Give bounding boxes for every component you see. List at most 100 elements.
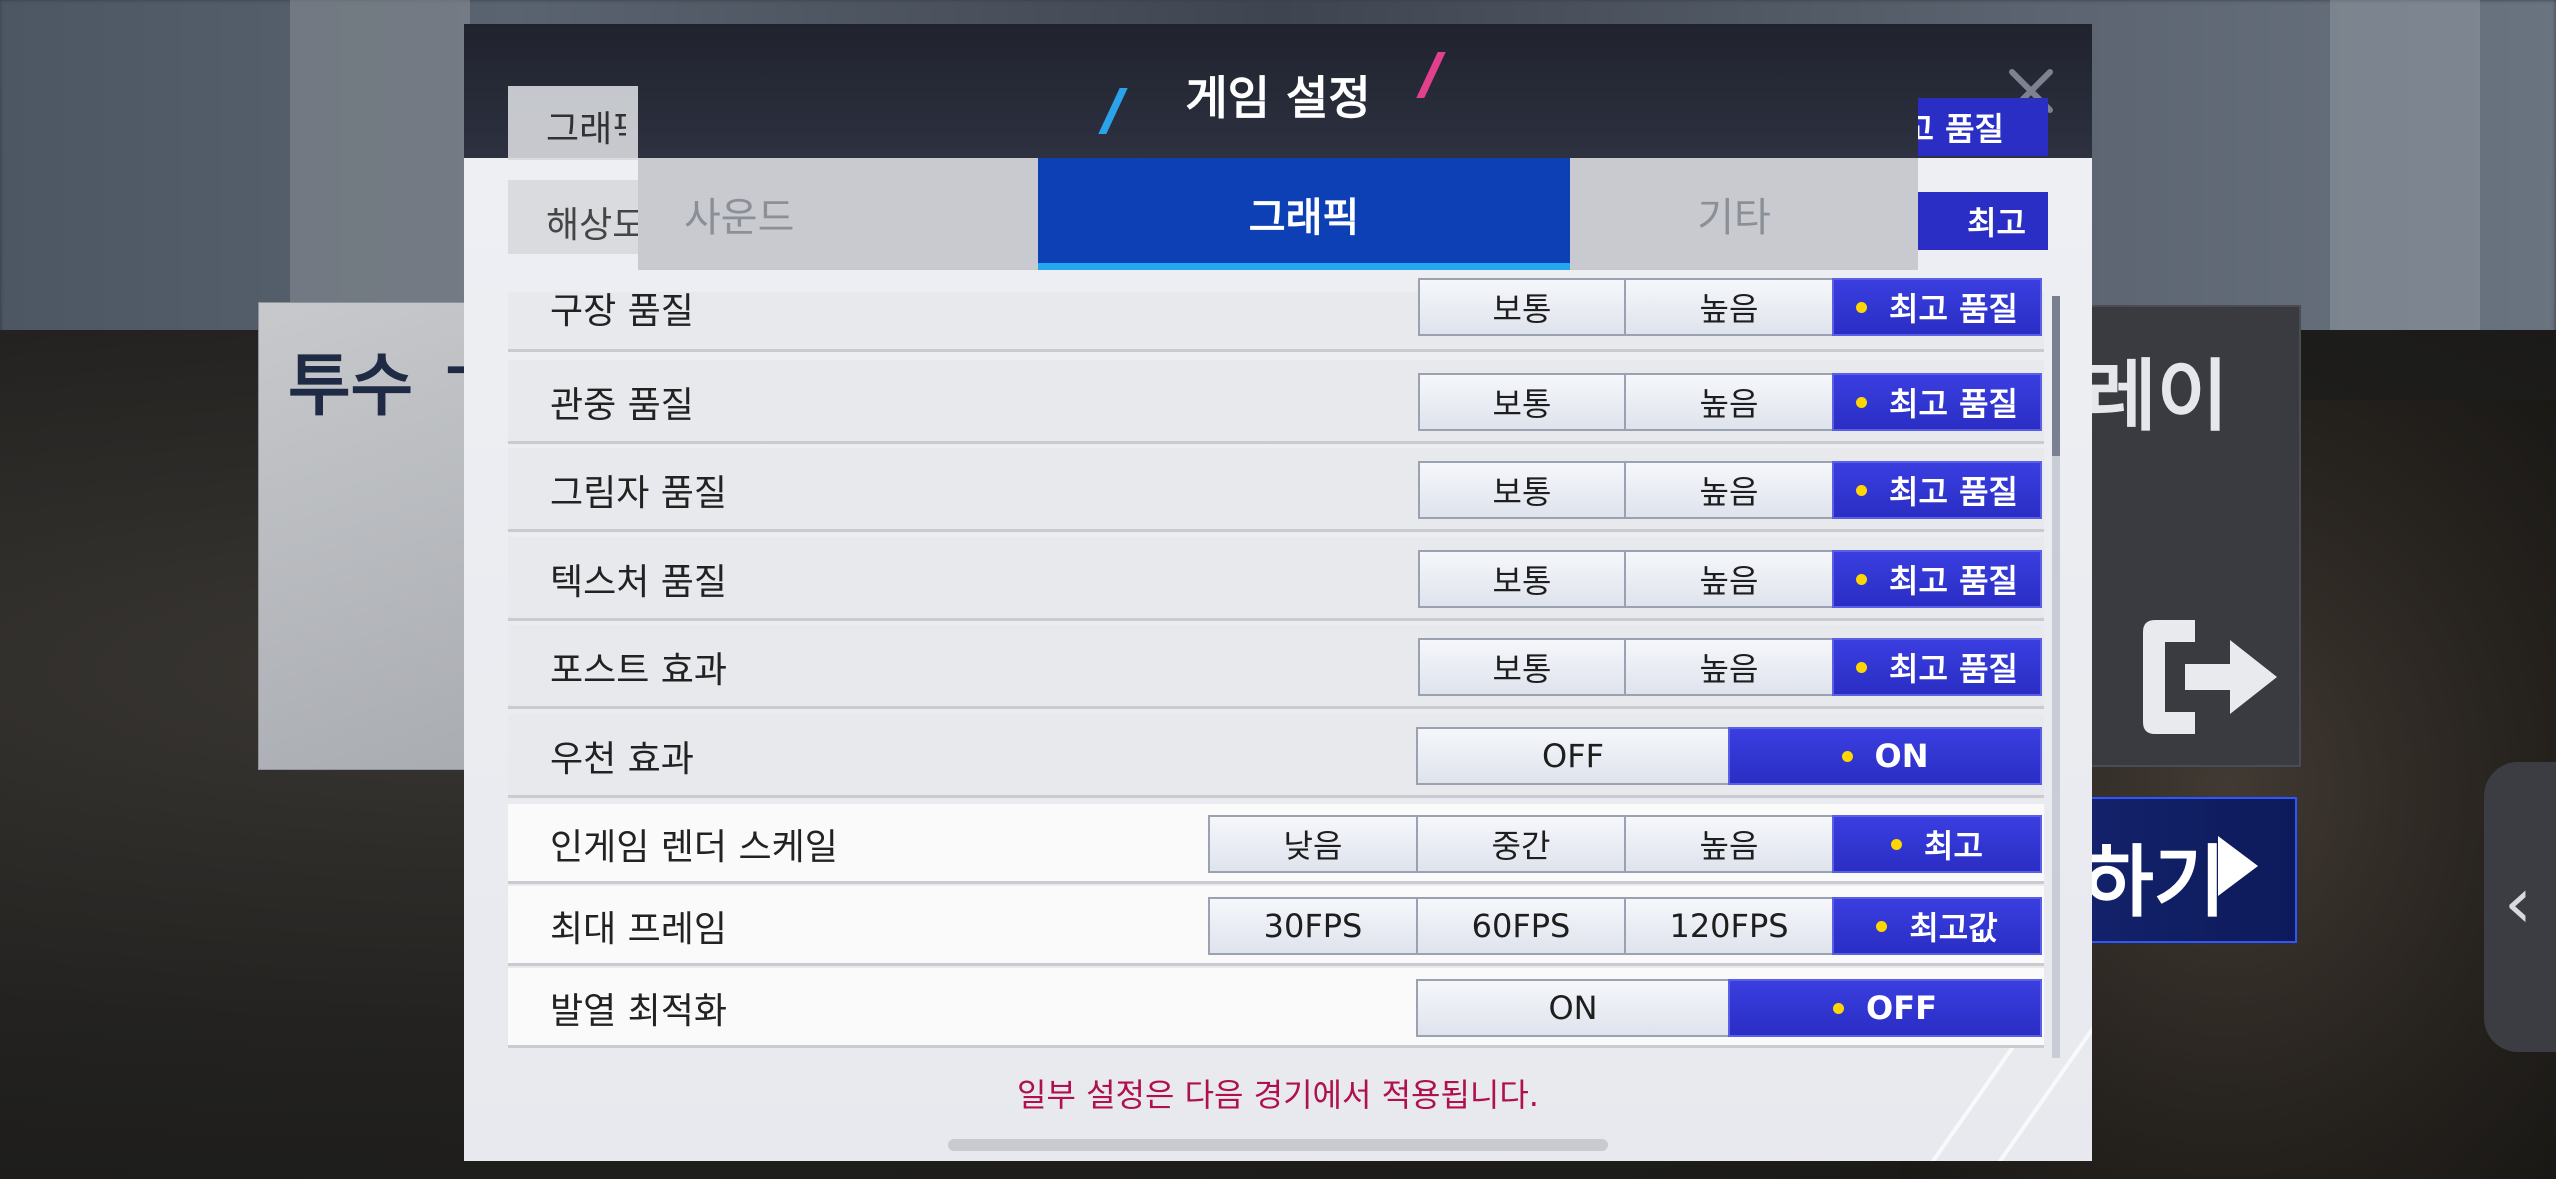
option-button[interactable]: 중간 xyxy=(1416,815,1626,873)
option-label: 높음 xyxy=(1699,650,1759,688)
setting-row: 텍스처 품질 보통 높음 최고 품질 xyxy=(508,537,2044,621)
selected-dot-icon xyxy=(1833,1002,1845,1014)
option-button[interactable]: 낮음 xyxy=(1208,815,1418,873)
setting-row: 포스트 효과 보통 높음 최고 품질 xyxy=(508,625,2044,709)
option-label: 중간 xyxy=(1491,827,1551,865)
option-label: 최고값 xyxy=(1909,909,1998,947)
option-label: 높음 xyxy=(1699,473,1759,511)
option-label: 보통 xyxy=(1492,290,1552,328)
chevron-left-icon: ‹ xyxy=(2504,862,2532,944)
setting-label: 인게임 렌더 스케일 xyxy=(550,827,838,868)
ghost-row: 그래픽 xyxy=(508,86,638,160)
option-label: 60FPS xyxy=(1471,907,1571,945)
option-group: 보통 높음 최고 품질 xyxy=(1418,638,2042,696)
option-group: 낮음 중간 높음 최고 xyxy=(1208,815,2042,873)
option-button[interactable]: 높음 xyxy=(1624,815,1834,873)
mode-card-title: 레이 xyxy=(2085,352,2229,442)
option-label: 보통 xyxy=(1492,650,1552,688)
option-button[interactable]: 높음 xyxy=(1624,638,1834,696)
ghost-row-label: 그래픽 xyxy=(546,109,626,150)
modal-title: 게임 설정 xyxy=(1185,71,1371,125)
option-label: 보통 xyxy=(1492,385,1552,423)
option-button[interactable]: ON xyxy=(1416,979,1730,1037)
setting-row: 발열 최적화 ON OFF xyxy=(508,968,2044,1048)
option-button[interactable]: 60FPS xyxy=(1416,897,1626,955)
option-button[interactable]: 최고 품질 xyxy=(1832,461,2042,519)
setting-label: 포스트 효과 xyxy=(550,650,728,691)
option-group: 보통 높음 최고 품질 xyxy=(1418,550,2042,608)
option-button[interactable]: 보통 xyxy=(1418,373,1626,431)
option-group: OFF ON xyxy=(1416,727,2042,785)
ghost-row-label: 해상도 xyxy=(546,205,638,246)
selected-dot-icon xyxy=(1841,750,1853,762)
option-button[interactable]: 최고 품질 xyxy=(1832,373,2042,431)
home-indicator[interactable] xyxy=(948,1139,1608,1151)
option-button[interactable]: 보통 xyxy=(1418,550,1626,608)
option-button[interactable]: 최고 품질 xyxy=(1832,638,2042,696)
tab-graphic[interactable]: 그래픽 xyxy=(1038,158,1570,270)
option-group: 보통 높음 최고 품질 xyxy=(1418,373,2042,431)
selected-dot-icon xyxy=(1856,396,1868,408)
option-button[interactable]: ON xyxy=(1728,727,2042,785)
option-button[interactable]: 높음 xyxy=(1624,373,1834,431)
tab-label: 기타 xyxy=(1697,195,1771,241)
selected-dot-icon xyxy=(1856,661,1868,673)
option-label: 최고 품질 xyxy=(1889,650,2018,688)
scrollbar[interactable] xyxy=(2052,296,2060,1058)
option-button[interactable]: 최고 품질 xyxy=(1832,550,2042,608)
selected-dot-icon xyxy=(1856,484,1868,496)
exit-icon[interactable] xyxy=(2135,612,2285,742)
option-button[interactable]: 30FPS xyxy=(1208,897,1418,955)
option-button[interactable]: OFF xyxy=(1728,979,2042,1037)
ghost-option: 최고 xyxy=(1918,192,2048,250)
play-button-label: 하기 xyxy=(2082,838,2226,928)
option-label: ON xyxy=(1548,989,1598,1027)
setting-label: 구장 품질 xyxy=(550,291,694,332)
option-label: ON xyxy=(1874,737,1929,775)
selected-dot-icon xyxy=(1876,920,1888,932)
option-label: 높음 xyxy=(1699,385,1759,423)
ghost-option-label: 최고 품질 xyxy=(1918,110,2004,148)
option-label: 최고 품질 xyxy=(1889,385,2018,423)
play-arrow-icon xyxy=(2218,836,2258,896)
scrollbar-thumb[interactable] xyxy=(2052,296,2060,456)
option-label: 보통 xyxy=(1492,562,1552,600)
option-button[interactable]: 120FPS xyxy=(1624,897,1834,955)
option-group: 보통 높음 최고 품질 xyxy=(1418,278,2042,336)
tab-label: 그래픽 xyxy=(1248,195,1360,241)
option-button[interactable]: 높음 xyxy=(1624,278,1834,336)
setting-label: 우천 효과 xyxy=(550,739,694,780)
settings-tabbar: 사운드 그래픽 기타 xyxy=(638,158,1918,270)
option-label: 높음 xyxy=(1699,827,1759,865)
option-button[interactable]: OFF xyxy=(1416,727,1730,785)
option-label: 보통 xyxy=(1492,473,1552,511)
setting-row: 그림자 품질 보통 높음 최고 품질 xyxy=(508,448,2044,532)
game-settings-modal: 게임 설정 그래픽 해상도 최고 품질 최고 사운드 그래픽 기타 구장 품질보… xyxy=(464,24,2092,1161)
option-label: 최고 품질 xyxy=(1889,473,2018,511)
background-building xyxy=(2330,0,2480,380)
apply-notice: 일부 설정은 다음 경기에서 적용됩니다. xyxy=(1017,1076,1539,1114)
option-button[interactable]: 최고 품질 xyxy=(1832,278,2042,336)
setting-label: 그림자 품질 xyxy=(550,473,728,514)
option-label: 높음 xyxy=(1699,562,1759,600)
option-button[interactable]: 최고값 xyxy=(1832,897,2042,955)
option-button[interactable]: 최고 xyxy=(1832,815,2042,873)
option-button[interactable]: 보통 xyxy=(1418,278,1626,336)
option-label: 높음 xyxy=(1699,290,1759,328)
setting-label: 관중 품질 xyxy=(550,385,694,426)
option-label: 최고 품질 xyxy=(1889,290,2018,328)
option-button[interactable]: 보통 xyxy=(1418,461,1626,519)
tab-sound[interactable]: 사운드 xyxy=(638,158,1038,270)
setting-row: 최대 프레임 30FPS 60FPS 120FPS 최고값 xyxy=(508,886,2044,966)
selected-dot-icon xyxy=(1891,838,1903,850)
option-button[interactable]: 높음 xyxy=(1624,461,1834,519)
option-group: 30FPS 60FPS 120FPS 최고값 xyxy=(1208,897,2042,955)
tab-other[interactable]: 기타 xyxy=(1570,158,1918,270)
selected-dot-icon xyxy=(1856,301,1868,313)
ghost-option: 최고 품질 xyxy=(1918,98,2048,156)
setting-row: 우천 효과 OFF ON xyxy=(508,714,2044,798)
ghost-option-label: 최고 xyxy=(1967,204,2026,242)
option-button[interactable]: 높음 xyxy=(1624,550,1834,608)
option-button[interactable]: 보통 xyxy=(1418,638,1626,696)
option-label: 30FPS xyxy=(1263,907,1363,945)
